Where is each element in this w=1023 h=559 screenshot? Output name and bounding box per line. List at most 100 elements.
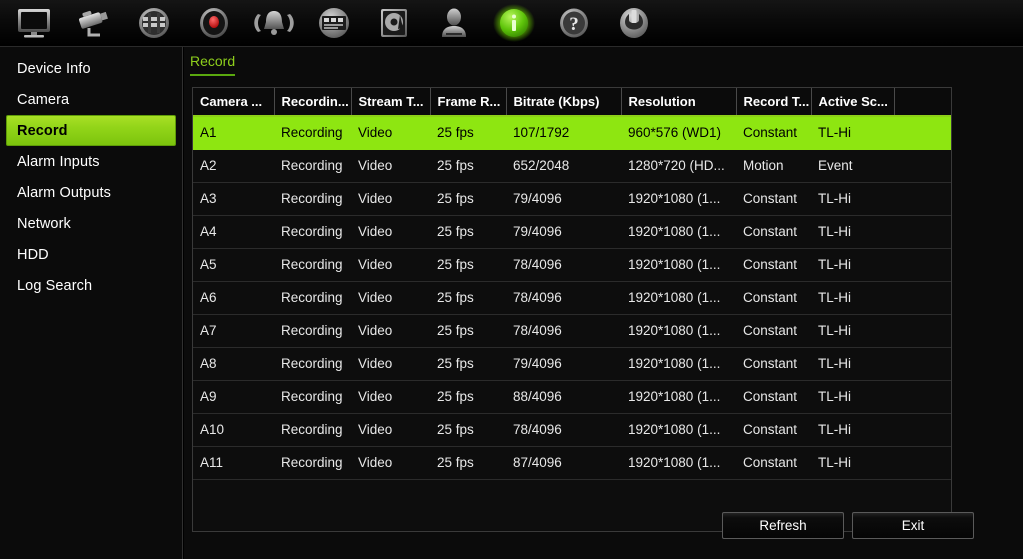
- cell-record-type: Constant: [736, 215, 811, 249]
- table-row[interactable]: A2 Recording Video 25 fps 652/2048 1280*…: [193, 149, 951, 183]
- cell-frame-rate: 25 fps: [430, 281, 506, 315]
- sidebar-item-label: HDD: [17, 246, 49, 263]
- cell-spacer: [894, 413, 951, 447]
- cell-resolution: 1920*1080 (1...: [621, 182, 736, 216]
- sidebar-item-device-info[interactable]: Device Info: [6, 53, 176, 84]
- cell-recording-status: Recording: [274, 281, 351, 315]
- toolbar-button-live-view[interactable]: [4, 0, 64, 46]
- cell-resolution: 1920*1080 (1...: [621, 281, 736, 315]
- cell-record-type: Constant: [736, 182, 811, 216]
- cell-record-type: Constant: [736, 380, 811, 414]
- column-header-record-type[interactable]: Record T...: [736, 88, 812, 117]
- toolbar-button-help[interactable]: ?: [544, 0, 604, 46]
- cell-bitrate: 107/1792: [506, 116, 621, 150]
- table-row[interactable]: A1 Recording Video 25 fps 107/1792 960*5…: [193, 116, 951, 150]
- table-row[interactable]: A7 Recording Video 25 fps 78/4096 1920*1…: [193, 314, 951, 348]
- column-header-camera[interactable]: Camera ...: [193, 88, 275, 117]
- cell-recording-status: Recording: [274, 149, 351, 183]
- cell-frame-rate: 25 fps: [430, 182, 506, 216]
- record-icon: [200, 8, 228, 38]
- network-icon: [319, 8, 349, 38]
- cell-stream-type: Video: [351, 380, 430, 414]
- refresh-button[interactable]: Refresh: [722, 512, 844, 539]
- cell-stream-type: Video: [351, 149, 430, 183]
- cell-frame-rate: 25 fps: [430, 314, 506, 348]
- cell-stream-type: Video: [351, 314, 430, 348]
- table-row[interactable]: A5 Recording Video 25 fps 78/4096 1920*1…: [193, 248, 951, 282]
- tab-bar: Record: [184, 47, 1023, 81]
- column-header-active-schedule[interactable]: Active Sc...: [811, 88, 895, 117]
- cell-bitrate: 87/4096: [506, 446, 621, 480]
- sidebar-item-hdd[interactable]: HDD: [6, 239, 176, 270]
- cell-record-type: Constant: [736, 248, 811, 282]
- toolbar-button-network[interactable]: [304, 0, 364, 46]
- cell-camera: A2: [193, 149, 274, 183]
- cell-recording-status: Recording: [274, 314, 351, 348]
- cell-frame-rate: 25 fps: [430, 347, 506, 381]
- cell-recording-status: Recording: [274, 413, 351, 447]
- cell-resolution: 1920*1080 (1...: [621, 380, 736, 414]
- table-row[interactable]: A11 Recording Video 25 fps 87/4096 1920*…: [193, 446, 951, 480]
- cell-bitrate: 652/2048: [506, 149, 621, 183]
- sidebar-item-camera[interactable]: Camera: [6, 84, 176, 115]
- column-header-stream-type[interactable]: Stream T...: [351, 88, 431, 117]
- column-header-resolution[interactable]: Resolution: [621, 88, 737, 117]
- table-row[interactable]: A3 Recording Video 25 fps 79/4096 1920*1…: [193, 182, 951, 216]
- toolbar-button-camera[interactable]: [64, 0, 124, 46]
- table-head: Camera ... Recordin... Stream T... Frame…: [193, 88, 951, 117]
- sidebar-item-list: Device Info Camera Record Alarm Inputs A…: [0, 47, 182, 301]
- refresh-button-label: Refresh: [759, 518, 807, 533]
- table-row[interactable]: A6 Recording Video 25 fps 78/4096 1920*1…: [193, 281, 951, 315]
- column-header-bitrate[interactable]: Bitrate (Kbps): [506, 88, 622, 117]
- cell-stream-type: Video: [351, 347, 430, 381]
- cell-active-schedule: TL-Hi: [811, 314, 894, 348]
- sidebar-item-log-search[interactable]: Log Search: [6, 270, 176, 301]
- toolbar-button-playback[interactable]: [124, 0, 184, 46]
- sidebar-item-label: Alarm Outputs: [17, 184, 111, 201]
- toolbar-button-record[interactable]: [184, 0, 244, 46]
- cell-spacer: [894, 116, 951, 150]
- table-row[interactable]: A9 Recording Video 25 fps 88/4096 1920*1…: [193, 380, 951, 414]
- cell-stream-type: Video: [351, 248, 430, 282]
- alarm-icon: [254, 11, 294, 35]
- cell-stream-type: Video: [351, 215, 430, 249]
- cell-recording-status: Recording: [274, 347, 351, 381]
- table-row[interactable]: A4 Recording Video 25 fps 79/4096 1920*1…: [193, 215, 951, 249]
- toolbar-button-user[interactable]: [424, 0, 484, 46]
- sidebar-item-label: Log Search: [17, 277, 93, 294]
- cell-bitrate: 79/4096: [506, 182, 621, 216]
- cell-camera: A6: [193, 281, 274, 315]
- cell-spacer: [894, 347, 951, 381]
- table-row[interactable]: A10 Recording Video 25 fps 78/4096 1920*…: [193, 413, 951, 447]
- sidebar-item-label: Alarm Inputs: [17, 153, 100, 170]
- record-table: Camera ... Recordin... Stream T... Frame…: [193, 88, 951, 480]
- cell-recording-status: Recording: [274, 182, 351, 216]
- cell-camera: A7: [193, 314, 274, 348]
- toolbar-button-hdd[interactable]: [364, 0, 424, 46]
- cell-stream-type: Video: [351, 413, 430, 447]
- cell-stream-type: Video: [351, 446, 430, 480]
- cell-spacer: [894, 446, 951, 480]
- sidebar-item-network[interactable]: Network: [6, 208, 176, 239]
- sidebar-item-alarm-inputs[interactable]: Alarm Inputs: [6, 146, 176, 177]
- cell-frame-rate: 25 fps: [430, 248, 506, 282]
- column-header-spacer: [894, 88, 951, 117]
- toolbar-button-shutdown[interactable]: [604, 0, 664, 46]
- top-toolbar: ?: [0, 0, 1023, 47]
- table-row[interactable]: A8 Recording Video 25 fps 79/4096 1920*1…: [193, 347, 951, 381]
- toolbar-button-alarm[interactable]: [244, 0, 304, 46]
- sidebar-item-alarm-outputs[interactable]: Alarm Outputs: [6, 177, 176, 208]
- cell-spacer: [894, 182, 951, 216]
- column-header-frame-rate[interactable]: Frame R...: [430, 88, 507, 117]
- monitor-icon: [18, 9, 50, 38]
- cell-spacer: [894, 380, 951, 414]
- tab-record[interactable]: Record: [190, 53, 236, 76]
- info-icon: [493, 4, 535, 42]
- column-header-recording-status[interactable]: Recordin...: [274, 88, 352, 117]
- cell-record-type: Constant: [736, 347, 811, 381]
- toolbar-button-info[interactable]: [484, 0, 544, 46]
- sidebar-item-record[interactable]: Record: [6, 115, 176, 146]
- exit-button[interactable]: Exit: [852, 512, 974, 539]
- sidebar-item-label: Record: [17, 122, 68, 139]
- cell-active-schedule: TL-Hi: [811, 248, 894, 282]
